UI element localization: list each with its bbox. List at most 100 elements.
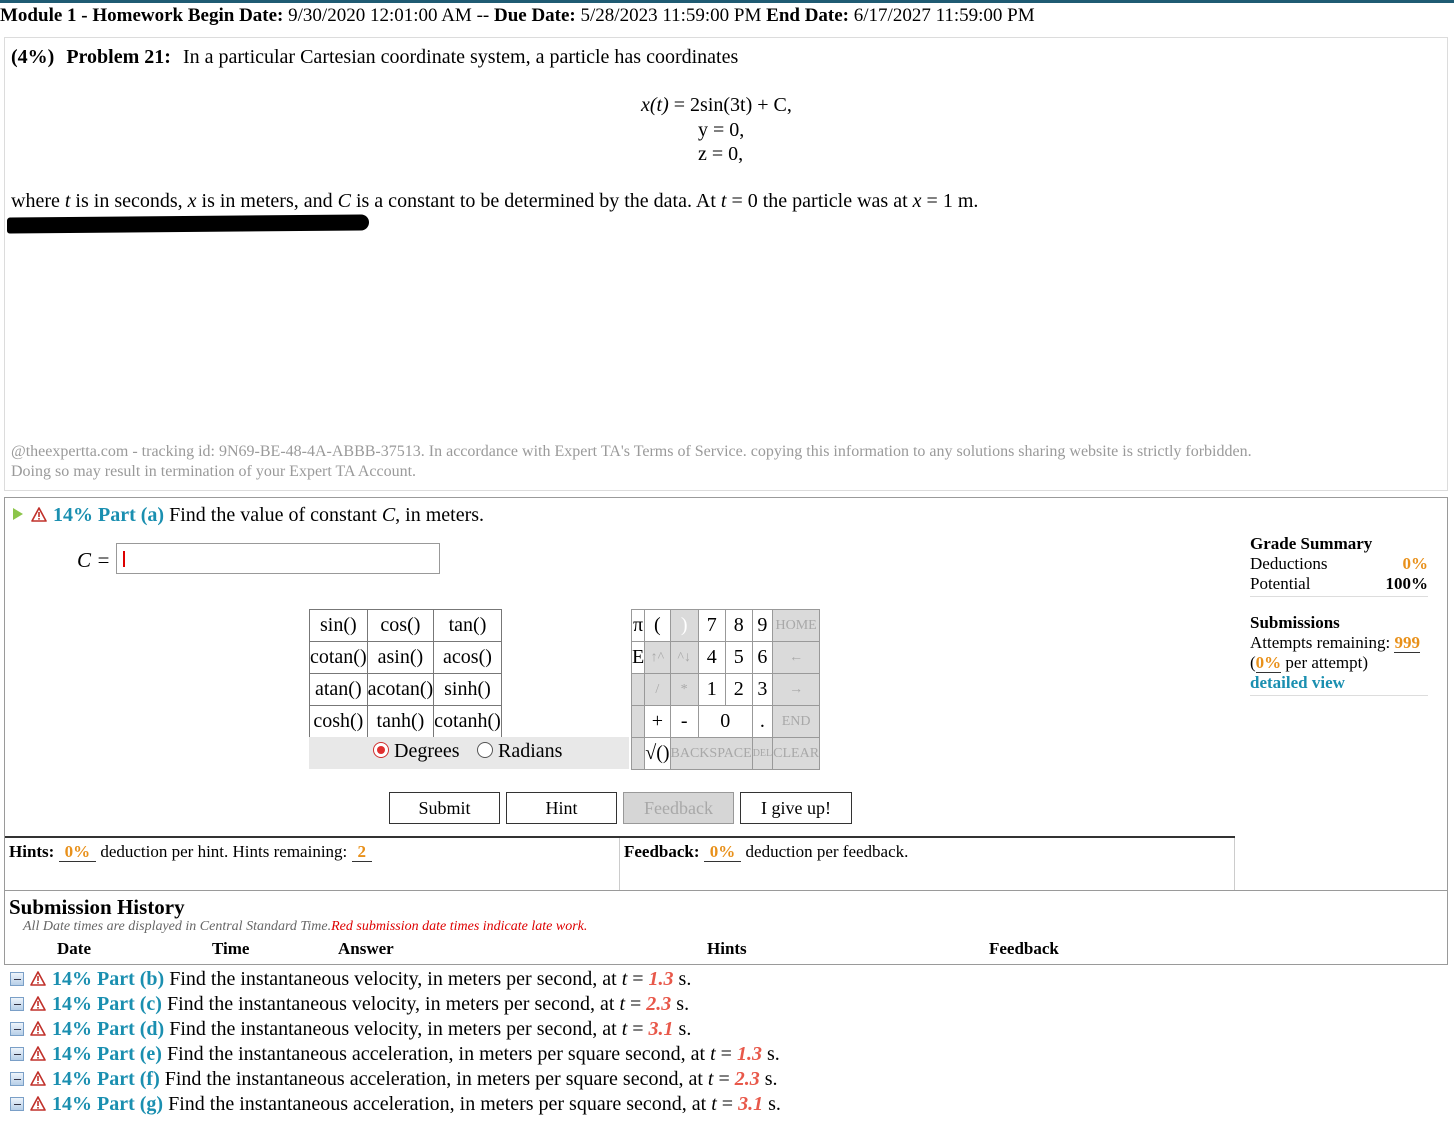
angle-mode: Degrees Radians bbox=[309, 737, 629, 769]
desc-var: x bbox=[912, 190, 922, 212]
key-sinh[interactable]: sinh() bbox=[433, 673, 502, 706]
key-pi[interactable]: π bbox=[630, 609, 646, 642]
key-cotanh[interactable]: cotanh() bbox=[433, 705, 502, 738]
key-up-arrow[interactable]: ↑^ bbox=[644, 641, 671, 674]
key-minus[interactable]: - bbox=[669, 705, 699, 738]
problem-statement-box: (4%) Problem 21: In a particular Cartesian… bbox=[4, 37, 1448, 491]
warning-icon bbox=[30, 1046, 46, 1061]
key-plus[interactable]: + bbox=[644, 705, 671, 738]
key-2[interactable]: 2 bbox=[724, 673, 753, 706]
part-e-row[interactable]: 14% Part (e) Find the instantaneous acce… bbox=[10, 1043, 781, 1068]
key-home[interactable]: HOME bbox=[772, 609, 821, 642]
submit-button[interactable]: Submit bbox=[389, 792, 500, 824]
function-keys: sin() cos() tan() cotan() asin() acos() … bbox=[309, 609, 502, 738]
key-backspace[interactable]: BACKSPACE bbox=[669, 737, 753, 770]
key-acotan[interactable]: acotan() bbox=[366, 673, 435, 706]
key-clear[interactable]: CLEAR bbox=[772, 737, 821, 770]
key-open-paren[interactable]: ( bbox=[644, 609, 671, 642]
key-dot[interactable]: . bbox=[751, 705, 774, 738]
desc-var: x bbox=[187, 190, 197, 212]
radians-radio[interactable] bbox=[477, 742, 493, 758]
key-sqrt[interactable]: √() bbox=[644, 737, 671, 770]
key-acos[interactable]: acos() bbox=[433, 641, 502, 674]
collapse-icon[interactable] bbox=[10, 997, 24, 1011]
part-a-var: C bbox=[381, 504, 396, 526]
collapse-icon[interactable] bbox=[10, 972, 24, 986]
key-cosh[interactable]: cosh() bbox=[309, 705, 368, 738]
radians-label: Radians bbox=[498, 740, 563, 762]
warning-icon bbox=[31, 507, 47, 522]
key-end[interactable]: END bbox=[772, 705, 821, 738]
key-slash[interactable]: / bbox=[644, 673, 671, 706]
part-b-row[interactable]: 14% Part (b) Find the instantaneous velo… bbox=[10, 968, 781, 993]
attempts-value: 999 bbox=[1394, 633, 1420, 653]
key-e[interactable]: E bbox=[630, 641, 646, 674]
column-date: Date bbox=[57, 939, 91, 958]
degrees-option[interactable]: Degrees bbox=[373, 740, 460, 763]
key-0[interactable]: 0 bbox=[697, 705, 753, 738]
collapse-icon[interactable] bbox=[10, 1047, 24, 1061]
grade-summary: Grade Summary Deductions 0% Potential 100%… bbox=[1250, 534, 1428, 706]
part-unit: s. bbox=[764, 1068, 778, 1090]
equation-z: z = 0, bbox=[698, 143, 743, 166]
feedback-deduction: 0% bbox=[703, 842, 742, 862]
key-close-paren[interactable]: ) bbox=[669, 609, 699, 642]
answer-label: C = bbox=[77, 548, 111, 572]
expand-arrow-icon[interactable] bbox=[13, 508, 23, 520]
answer-input[interactable] bbox=[116, 543, 440, 574]
key-cos[interactable]: cos() bbox=[366, 609, 435, 642]
key-8[interactable]: 8 bbox=[724, 609, 753, 642]
feedback-text: deduction per feedback. bbox=[745, 842, 909, 861]
tracking-notice: @theexpertta.com - tracking id: 9N69-BE-… bbox=[11, 442, 1431, 482]
desc-part: = 0 the particle was at bbox=[731, 190, 908, 212]
key-down-arrow[interactable]: ^↓ bbox=[669, 641, 699, 674]
part-f-row[interactable]: 14% Part (f) Find the instantaneous acce… bbox=[10, 1068, 781, 1093]
top-accent-bar bbox=[0, 0, 1454, 3]
key-5[interactable]: 5 bbox=[724, 641, 753, 674]
attempts-row: Attempts remaining: 999 bbox=[1250, 633, 1428, 653]
key-left[interactable]: ← bbox=[772, 641, 821, 674]
deductions-label: Deductions bbox=[1250, 554, 1328, 573]
part-c-row[interactable]: 14% Part (c) Find the instantaneous velo… bbox=[10, 993, 781, 1018]
degrees-radio[interactable] bbox=[373, 742, 389, 758]
key-asin[interactable]: asin() bbox=[366, 641, 435, 674]
part-unit: s. bbox=[768, 1093, 781, 1115]
problem-title: Problem 21: bbox=[66, 46, 171, 68]
collapse-icon[interactable] bbox=[10, 1072, 24, 1086]
key-star[interactable]: * bbox=[669, 673, 699, 706]
key-6[interactable]: 6 bbox=[751, 641, 774, 674]
key-3[interactable]: 3 bbox=[751, 673, 774, 706]
key-sin[interactable]: sin() bbox=[309, 609, 368, 642]
hint-button[interactable]: Hint bbox=[506, 792, 617, 824]
key-cotan[interactable]: cotan() bbox=[309, 641, 368, 674]
collapse-icon[interactable] bbox=[10, 1097, 24, 1111]
radians-option[interactable]: Radians bbox=[477, 740, 562, 763]
key-right[interactable]: → bbox=[772, 673, 821, 706]
key-del[interactable]: DEL bbox=[751, 737, 774, 770]
feedback-button[interactable]: Feedback bbox=[623, 792, 734, 824]
part-label: 14% Part (d) bbox=[52, 1018, 165, 1040]
key-1[interactable]: 1 bbox=[697, 673, 726, 706]
detailed-view-link[interactable]: detailed view bbox=[1250, 673, 1428, 696]
part-eq: = bbox=[632, 968, 644, 990]
collapse-icon[interactable] bbox=[10, 1022, 24, 1036]
key-tan[interactable]: tan() bbox=[433, 609, 502, 642]
key-9[interactable]: 9 bbox=[751, 609, 774, 642]
part-text: Find the instantaneous velocity, in mete… bbox=[169, 968, 617, 990]
part-eq: = bbox=[718, 1068, 730, 1090]
key-7[interactable]: 7 bbox=[697, 609, 726, 642]
give-up-button[interactable]: I give up! bbox=[740, 792, 852, 824]
part-d-row[interactable]: 14% Part (d) Find the instantaneous velo… bbox=[10, 1018, 781, 1043]
warning-icon bbox=[30, 1071, 46, 1086]
key-tanh[interactable]: tanh() bbox=[366, 705, 435, 738]
part-a-label: 14% Part (a) bbox=[53, 504, 165, 526]
feedback-label: Feedback: bbox=[624, 842, 700, 861]
key-atan[interactable]: atan() bbox=[309, 673, 368, 706]
part-value: 1.3 bbox=[736, 1043, 762, 1065]
equation-y-text: y = 0, bbox=[698, 119, 745, 141]
part-g-row[interactable]: 14% Part (g) Find the instantaneous acce… bbox=[10, 1093, 781, 1118]
part-value: 2.3 bbox=[734, 1068, 760, 1090]
key-blank bbox=[630, 705, 646, 738]
hints-info: Hints: 0% deduction per hint. Hints rema… bbox=[5, 838, 620, 890]
key-4[interactable]: 4 bbox=[697, 641, 726, 674]
